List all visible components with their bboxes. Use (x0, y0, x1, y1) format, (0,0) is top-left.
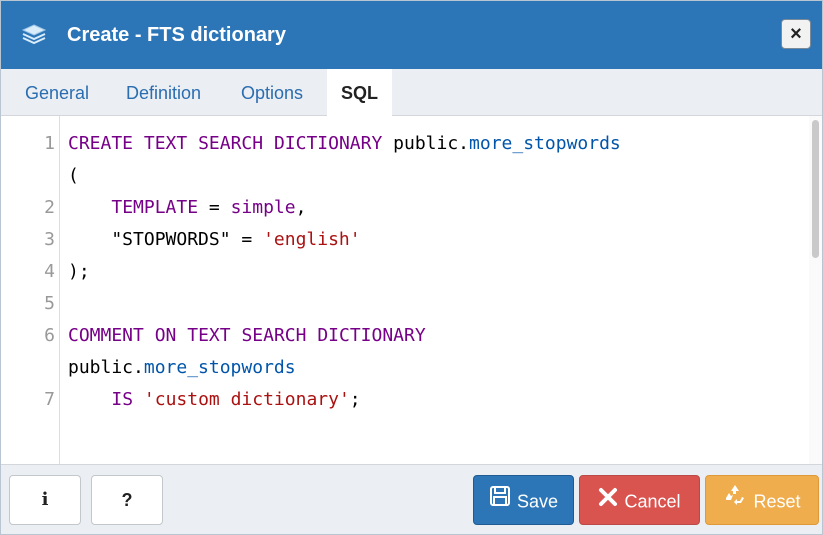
cancel-button[interactable]: Cancel (579, 475, 700, 525)
line-number: 6 (44, 325, 55, 346)
tab-general[interactable]: General (11, 69, 103, 116)
code-line: ( (68, 165, 79, 186)
reset-icon (723, 477, 747, 525)
help-button[interactable]: ? (91, 475, 163, 525)
dialog-title: Create - FTS dictionary (67, 24, 286, 46)
code-line: public.more_stopwords (68, 357, 296, 378)
cancel-label: Cancel (624, 491, 681, 512)
line-number: 7 (44, 389, 55, 410)
help-icon: ? (121, 490, 133, 510)
code-line: ); (68, 261, 90, 282)
info-icon: i (41, 489, 49, 510)
reset-button[interactable]: Reset (705, 475, 819, 525)
dialog-footer: i ? Save Cancel Reset (1, 464, 822, 534)
dialog-titlebar[interactable]: Create - FTS dictionary × (1, 1, 822, 69)
info-button[interactable]: i (9, 475, 81, 525)
create-fts-dictionary-dialog: Create - FTS dictionary × General Defini… (0, 0, 823, 535)
editor-scrollbar[interactable] (809, 116, 822, 464)
code-line: TEMPLATE = simple, (111, 197, 307, 218)
tab-options[interactable]: Options (227, 69, 317, 116)
line-number: 5 (44, 293, 55, 314)
cancel-icon (598, 477, 618, 525)
tab-sql[interactable]: SQL (327, 69, 393, 117)
save-label: Save (516, 491, 559, 512)
code-line: "STOPWORDS" = 'english' (68, 229, 361, 250)
line-number-gutter: 1 2 3 4 5 6 7 (1, 116, 60, 464)
code-line: IS 'custom dictionary'; (111, 389, 361, 410)
code-line: CREATE TEXT SEARCH DICTIONARY public.mor… (68, 133, 621, 154)
fts-dictionary-icon (21, 23, 47, 47)
sql-editor[interactable]: 1 2 3 4 5 6 7 CREATE TEXT SEARCH DICTION… (1, 116, 809, 464)
line-number: 3 (44, 229, 55, 250)
line-number: 1 (44, 133, 55, 154)
line-number: 4 (44, 261, 55, 282)
reset-label: Reset (753, 491, 801, 512)
close-icon: × (790, 23, 802, 45)
tab-bar: General Definition Options SQL (1, 69, 822, 117)
save-button[interactable]: Save (473, 475, 574, 525)
line-number: 2 (44, 197, 55, 218)
tab-definition[interactable]: Definition (112, 69, 215, 116)
close-button[interactable]: × (781, 19, 811, 49)
scrollbar-thumb[interactable] (812, 120, 819, 258)
code-line: COMMENT ON TEXT SEARCH DICTIONARY (68, 325, 426, 346)
save-icon (489, 477, 511, 525)
